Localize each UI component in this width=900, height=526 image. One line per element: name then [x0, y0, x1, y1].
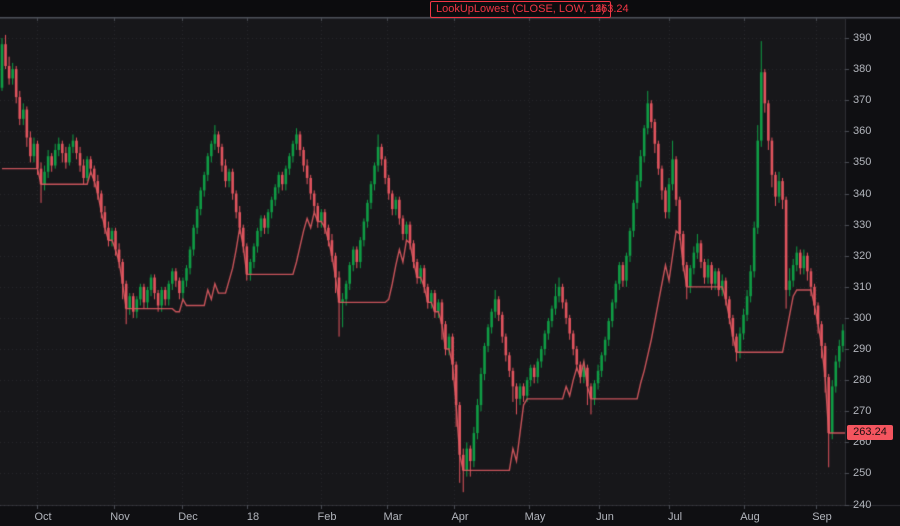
price-axis-label: 380: [853, 63, 893, 75]
time-axis-label: Jun: [587, 511, 623, 523]
time-axis-label: Nov: [102, 511, 138, 523]
price-axis-label: 310: [853, 281, 893, 293]
time-axis-label: Oct: [25, 511, 61, 523]
price-axis-label: 350: [853, 156, 893, 168]
price-axis-label: 330: [853, 219, 893, 231]
indicator-legend[interactable]: LookUpLowest (CLOSE, LOW, 14): [430, 1, 611, 18]
indicator-price-badge: 263.24: [847, 425, 893, 440]
price-chart-canvas[interactable]: [0, 0, 900, 526]
time-axis-label: Jul: [657, 511, 693, 523]
price-axis-label: 280: [853, 374, 893, 386]
time-axis-label: Dec: [170, 511, 206, 523]
price-axis-label: 240: [853, 499, 893, 511]
time-axis-label: Feb: [309, 511, 345, 523]
price-axis-label: 320: [853, 250, 893, 262]
price-axis-label: 250: [853, 467, 893, 479]
price-axis-label: 270: [853, 405, 893, 417]
time-axis-label: Mar: [375, 511, 411, 523]
price-axis-label: 290: [853, 343, 893, 355]
time-axis-label: Sep: [804, 511, 840, 523]
price-axis-label: 340: [853, 188, 893, 200]
price-axis-label: 370: [853, 94, 893, 106]
time-axis-label: Aug: [732, 511, 768, 523]
price-axis-label: 390: [853, 32, 893, 44]
chart-window: LookUpLowest (CLOSE, LOW, 14) 263.24 390…: [0, 0, 900, 526]
time-axis-label: Apr: [442, 511, 478, 523]
time-axis-label: May: [517, 511, 553, 523]
time-axis-top-bar: LookUpLowest (CLOSE, LOW, 14) 263.24: [0, 0, 900, 17]
price-axis-label: 360: [853, 125, 893, 137]
indicator-value: 263.24: [595, 3, 629, 16]
price-axis-label: 300: [853, 312, 893, 324]
time-axis-label: 18: [235, 511, 271, 523]
